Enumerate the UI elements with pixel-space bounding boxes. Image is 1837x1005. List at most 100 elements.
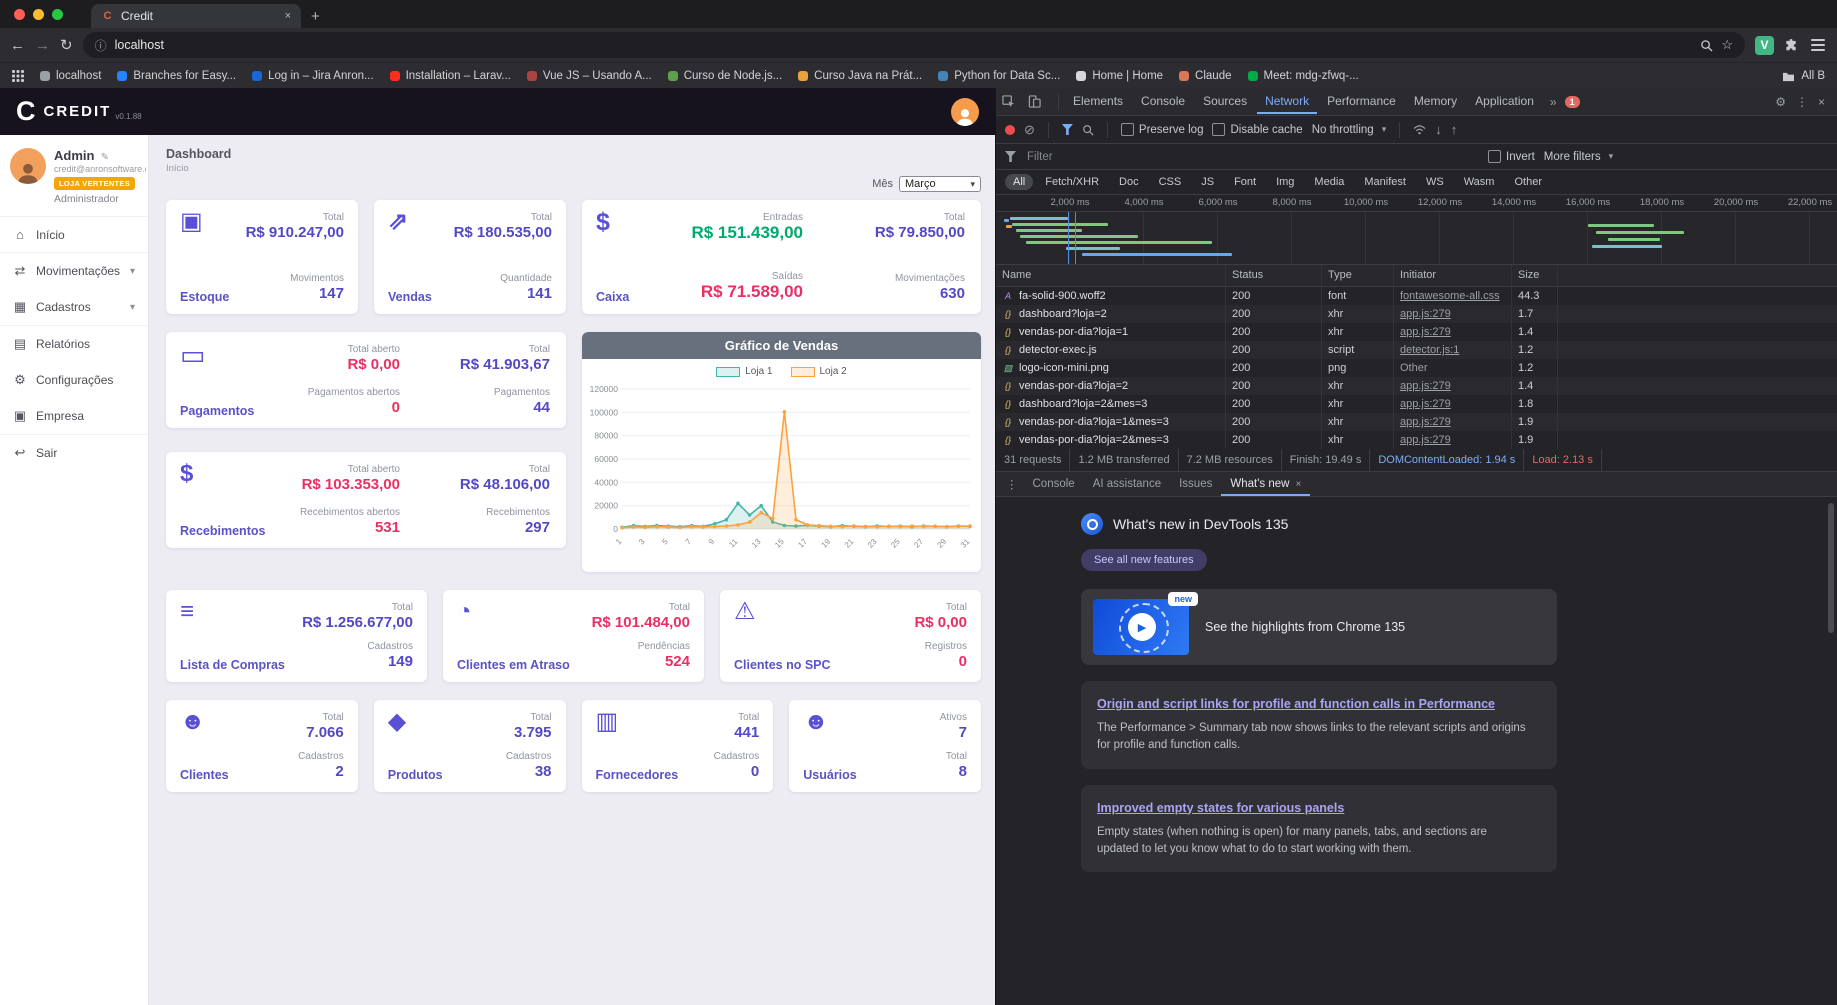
filter-chip[interactable]: Fetch/XHR <box>1037 174 1107 190</box>
feature-link[interactable]: Improved empty states for various panels <box>1097 801 1344 815</box>
column-header-initiator[interactable]: Initiator <box>1394 265 1512 286</box>
filter-chip[interactable]: Font <box>1226 174 1264 190</box>
clear-network-log-icon[interactable]: ⊘ <box>1024 123 1035 136</box>
drawer-tab[interactable]: Issues <box>1170 473 1221 496</box>
filter-chip[interactable]: Media <box>1306 174 1352 190</box>
request-initiator[interactable]: Other <box>1400 362 1428 374</box>
vue-devtools-extension-icon[interactable]: V <box>1755 35 1774 55</box>
request-initiator[interactable]: app.js:279 <box>1400 398 1451 410</box>
browser-menu-icon[interactable] <box>1809 37 1827 53</box>
filter-chip[interactable]: Doc <box>1111 174 1147 190</box>
bookmark-item[interactable]: localhost <box>40 70 101 82</box>
devtools-tab[interactable]: Elements <box>1065 89 1131 114</box>
import-har-icon[interactable]: ↓ <box>1435 123 1442 136</box>
devtools-tab[interactable]: Application <box>1467 89 1542 114</box>
new-tab-button[interactable]: + <box>311 8 320 25</box>
table-row[interactable]: {} detector-exec.js 200 script detector.… <box>996 341 1837 359</box>
feature-link[interactable]: Origin and script links for profile and … <box>1097 697 1495 711</box>
drawer-tab[interactable]: What's new × <box>1221 473 1310 496</box>
filter-icon[interactable] <box>1061 124 1073 135</box>
column-header-type[interactable]: Type <box>1322 265 1394 286</box>
highlight-card[interactable]: ▶ new See the highlights from Chrome 135 <box>1081 589 1557 665</box>
network-conditions-icon[interactable] <box>1413 124 1426 135</box>
filter-chip[interactable]: WS <box>1418 174 1452 190</box>
filter-chip[interactable]: CSS <box>1151 174 1190 190</box>
export-har-icon[interactable]: ↑ <box>1451 123 1458 136</box>
legend-item[interactable]: Loja 1 <box>716 366 773 377</box>
error-count-badge[interactable]: 1 <box>1564 95 1580 108</box>
devtools-tab[interactable]: Console <box>1133 89 1193 114</box>
address-bar[interactable]: ⓘ localhost ☆ <box>82 32 1745 58</box>
close-devtools-icon[interactable]: × <box>1818 95 1825 109</box>
bookmark-item[interactable]: Claude <box>1179 70 1232 82</box>
more-tabs-icon[interactable]: » <box>1544 95 1563 109</box>
bookmark-item[interactable]: Meet: mdg-zfwq-... <box>1247 70 1359 82</box>
bookmark-star-icon[interactable]: ☆ <box>1721 37 1733 53</box>
table-row[interactable]: {} vendas-por-dia?loja=2 200 xhr app.js:… <box>996 377 1837 395</box>
bookmark-item[interactable]: Log in – Jira Anron... <box>252 70 374 82</box>
site-info-icon[interactable]: ⓘ <box>95 37 107 54</box>
table-row[interactable]: A fa-solid-900.woff2 200 font fontawesom… <box>996 287 1837 305</box>
drawer-tab[interactable]: Console <box>1024 473 1084 496</box>
settings-gear-icon[interactable]: ⚙ <box>1775 95 1786 109</box>
see-all-features-button[interactable]: See all new features <box>1081 549 1207 571</box>
maximize-window-button[interactable] <box>52 8 63 20</box>
devtools-tab[interactable]: Performance <box>1319 89 1404 114</box>
table-row[interactable]: {} dashboard?loja=2 200 xhr app.js:279 1… <box>996 305 1837 323</box>
request-initiator[interactable]: detector.js:1 <box>1400 344 1459 356</box>
edit-profile-icon[interactable]: ✎ <box>101 152 109 163</box>
devtools-tab[interactable]: Sources <box>1195 89 1255 114</box>
forward-icon[interactable]: → <box>35 38 50 53</box>
avatar[interactable] <box>10 148 46 184</box>
filter-chip[interactable]: Manifest <box>1356 174 1414 190</box>
video-thumbnail[interactable]: ▶ new <box>1093 592 1198 655</box>
drawer-tab[interactable]: AI assistance <box>1084 473 1170 496</box>
checkbox[interactable] <box>1488 150 1501 163</box>
request-initiator[interactable]: app.js:279 <box>1400 416 1451 428</box>
preserve-log-toggle[interactable]: Preserve log <box>1120 123 1203 136</box>
sidebar-item[interactable]: ▣ Empresa <box>0 398 148 434</box>
back-icon[interactable]: ← <box>10 38 25 53</box>
table-row[interactable]: ▨ logo-icon-mini.png 200 png Other 1.2 <box>996 359 1837 377</box>
bookmark-item[interactable]: Python for Data Sc... <box>938 70 1060 82</box>
bookmark-item[interactable]: Branches for Easy... <box>117 70 236 82</box>
sidebar-item[interactable]: ⌂ Início <box>0 217 148 252</box>
sidebar-item[interactable]: ⚙ Configurações <box>0 362 148 398</box>
request-initiator[interactable]: app.js:279 <box>1400 326 1451 338</box>
legend-item[interactable]: Loja 2 <box>790 366 847 377</box>
bookmark-item[interactable]: Vue JS – Usando A... <box>526 70 652 82</box>
filter-chip[interactable]: Img <box>1268 174 1302 190</box>
column-header-status[interactable]: Status <box>1226 265 1322 286</box>
invert-filter-toggle[interactable]: Invert <box>1488 150 1535 163</box>
request-initiator[interactable]: app.js:279 <box>1400 308 1451 320</box>
filter-chip[interactable]: JS <box>1193 174 1222 190</box>
bookmark-item[interactable]: Curso de Node.js... <box>667 70 782 82</box>
table-row[interactable]: {} vendas-por-dia?loja=1&mes=3 200 xhr a… <box>996 413 1837 431</box>
column-header-name[interactable]: Name <box>996 265 1226 286</box>
scrollbar[interactable] <box>1828 503 1834 633</box>
table-row[interactable]: {} vendas-por-dia?loja=2&mes=3 200 xhr a… <box>996 431 1837 449</box>
topbar-avatar[interactable] <box>951 97 979 126</box>
close-window-button[interactable] <box>14 8 25 20</box>
bookmark-item[interactable]: Home | Home <box>1076 70 1163 82</box>
filter-chip[interactable]: All <box>1005 174 1034 190</box>
filter-input[interactable] <box>1025 149 1479 164</box>
all-bookmarks-folder[interactable]: All B <box>1782 70 1825 82</box>
devtools-tab[interactable]: Memory <box>1406 89 1465 114</box>
tab-close-icon[interactable]: × <box>285 10 291 22</box>
checkbox[interactable] <box>1212 123 1226 136</box>
record-network-log-button[interactable] <box>1005 124 1015 135</box>
column-header-size[interactable]: Size <box>1512 265 1558 286</box>
browser-tab[interactable]: C Credit × <box>91 4 301 28</box>
table-row[interactable]: {} dashboard?loja=2&mes=3 200 xhr app.js… <box>996 395 1837 413</box>
more-tools-icon[interactable]: ⋮ <box>1000 477 1024 491</box>
request-initiator[interactable]: fontawesome-all.css <box>1400 290 1500 302</box>
month-select[interactable]: Março ▾ <box>899 176 981 192</box>
more-filters-button[interactable]: More filters ▾ <box>1544 151 1613 163</box>
kebab-menu-icon[interactable]: ⋮ <box>1796 95 1808 109</box>
filter-chip[interactable]: Wasm <box>1456 174 1503 190</box>
apps-grid-icon[interactable] <box>12 70 24 82</box>
sidebar-item[interactable]: ⇄ Movimentações ▾ <box>0 252 148 289</box>
table-row[interactable]: {} vendas-por-dia?loja=1 200 xhr app.js:… <box>996 323 1837 341</box>
filter-chip[interactable]: Other <box>1506 174 1550 190</box>
